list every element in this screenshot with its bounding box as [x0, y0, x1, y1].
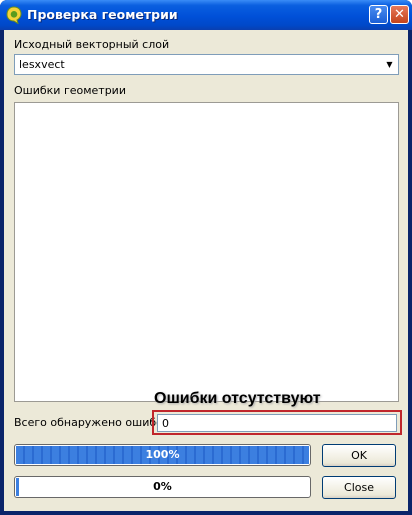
progress-bar-main: 100%	[14, 444, 311, 466]
dialog-window: Проверка геометрии ? ✕ Исходный векторны…	[0, 0, 412, 515]
ok-button[interactable]: OK	[322, 444, 396, 467]
source-layer-select[interactable]: lesxvect ▼	[14, 54, 399, 75]
source-layer-label: Исходный векторный слой	[14, 38, 170, 51]
help-icon: ?	[374, 7, 383, 22]
geometry-errors-list[interactable]	[14, 102, 399, 402]
help-button[interactable]: ?	[369, 5, 388, 24]
total-errors-label: Всего обнаружено ошибок	[14, 416, 170, 429]
progress-label: 0%	[153, 480, 172, 493]
annotation-highlight-box	[152, 410, 402, 435]
progress-bar-secondary: 0%	[14, 476, 311, 498]
close-button[interactable]: Close	[322, 476, 396, 499]
source-layer-value: lesxvect	[19, 58, 65, 71]
geometry-errors-label: Ошибки геометрии	[14, 84, 126, 97]
close-window-button[interactable]: ✕	[390, 5, 409, 24]
dialog-body: Исходный векторный слой lesxvect ▼ Ошибк…	[4, 30, 408, 511]
title-bar[interactable]: Проверка геометрии ? ✕	[0, 0, 412, 30]
close-icon: ✕	[394, 7, 405, 22]
qgis-icon	[6, 6, 22, 24]
progress-label: 100%	[145, 448, 180, 461]
chevron-down-icon[interactable]: ▼	[382, 56, 397, 73]
window-title: Проверка геометрии	[27, 7, 178, 22]
annotation-text: Ошибки отсутствуют	[154, 390, 321, 407]
